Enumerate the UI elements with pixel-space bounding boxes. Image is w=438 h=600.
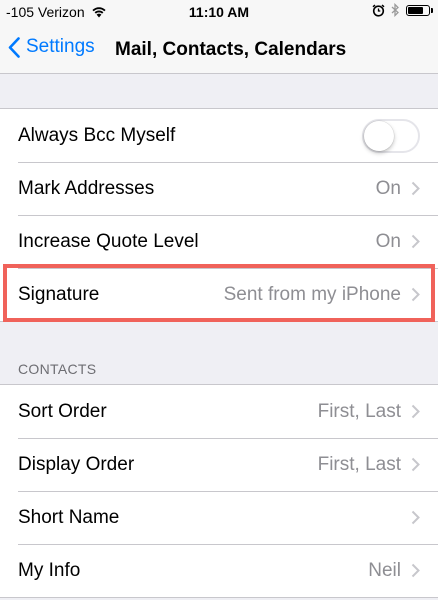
- back-button-label: Settings: [26, 36, 95, 57]
- back-button[interactable]: Settings: [8, 36, 95, 58]
- row-label: Mark Addresses: [18, 177, 155, 199]
- row-display-order[interactable]: Display Order First, Last: [0, 438, 438, 491]
- row-signature[interactable]: Signature Sent from my iPhone: [0, 268, 438, 321]
- page-title: Mail, Contacts, Calendars: [115, 39, 347, 60]
- back-chevron-icon: [8, 36, 20, 58]
- row-my-info[interactable]: My Info Neil: [0, 544, 438, 597]
- battery-icon: [406, 4, 433, 16]
- row-value: Neil: [368, 559, 401, 581]
- bluetooth-icon: [391, 3, 399, 17]
- row-label: Always Bcc Myself: [18, 124, 176, 146]
- chevron-right-icon: [411, 457, 420, 472]
- section-header-contacts: CONTACTS: [18, 361, 97, 377]
- chevron-right-icon: [411, 234, 420, 249]
- chevron-right-icon: [411, 287, 420, 302]
- row-label: Display Order: [18, 453, 135, 475]
- row-value: On: [375, 230, 401, 252]
- row-mark-addresses[interactable]: Mark Addresses On: [0, 162, 438, 215]
- row-label: Increase Quote Level: [18, 230, 199, 252]
- row-sort-order[interactable]: Sort Order First, Last: [0, 385, 438, 438]
- alarm-icon: [372, 3, 385, 17]
- chevron-right-icon: [411, 510, 420, 525]
- row-value: Sent from my iPhone: [223, 283, 401, 305]
- status-bar: -105 Verizon 11:10 AM: [0, 0, 438, 26]
- row-value: First, Last: [317, 400, 401, 422]
- chevron-right-icon: [411, 181, 420, 196]
- navigation-bar: Settings Mail, Contacts, Calendars: [0, 26, 438, 74]
- row-label: Sort Order: [18, 400, 107, 422]
- always-bcc-toggle[interactable]: [362, 118, 420, 153]
- chevron-right-icon: [411, 404, 420, 419]
- row-always-bcc-myself: Always Bcc Myself: [0, 109, 438, 162]
- row-increase-quote-level[interactable]: Increase Quote Level On: [0, 215, 438, 268]
- row-short-name[interactable]: Short Name: [0, 491, 438, 544]
- row-label: Signature: [18, 283, 100, 305]
- row-label: Short Name: [18, 506, 120, 528]
- contacts-section: Sort Order First, Last Display Order Fir…: [0, 384, 438, 598]
- toggle-knob: [364, 120, 394, 151]
- row-value: On: [375, 177, 401, 199]
- mail-section: Always Bcc Myself Mark Addresses On Incr…: [0, 108, 438, 322]
- chevron-right-icon: [411, 563, 420, 578]
- row-value: First, Last: [317, 453, 401, 475]
- row-label: My Info: [18, 559, 81, 581]
